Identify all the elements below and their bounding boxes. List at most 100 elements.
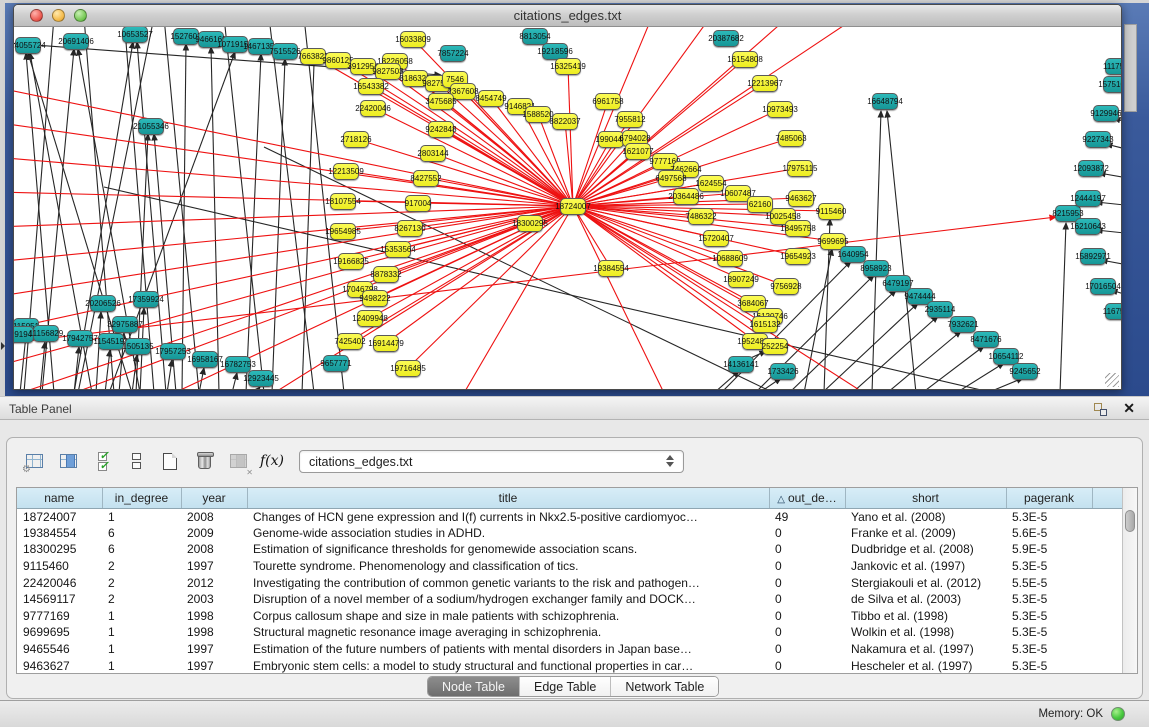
column-header-in_degree[interactable]: in_degree	[102, 488, 181, 508]
network-node[interactable]: 16325419	[555, 58, 581, 75]
network-node[interactable]: 18495758	[785, 220, 811, 237]
network-node[interactable]: 8822037	[552, 113, 578, 130]
network-node[interactable]: 16154808	[732, 51, 758, 68]
network-node[interactable]: 10719155	[222, 36, 248, 53]
network-node[interactable]: 8958923	[863, 260, 889, 277]
network-node[interactable]: 18724007	[560, 198, 586, 215]
tab-node-table[interactable]: Node Table	[428, 677, 520, 696]
network-node[interactable]: 32975887	[112, 316, 138, 333]
network-node[interactable]: 7515526	[272, 43, 298, 60]
column-header-year[interactable]: year	[181, 488, 247, 508]
network-node[interactable]: 1588520	[525, 106, 551, 123]
network-node[interactable]: 20364486	[673, 188, 699, 205]
table-select-dropdown[interactable]: citations_edges.txt	[299, 450, 684, 473]
table-row[interactable]: 946362711997Embryonic stem cells: a mode…	[17, 657, 1123, 674]
network-canvas[interactable]: 2405572420691406106535271527602946616010…	[14, 27, 1121, 389]
network-node[interactable]: 7955812	[617, 111, 643, 128]
network-node[interactable]: 19166825	[338, 253, 364, 270]
network-node[interactable]: 2718126	[343, 131, 369, 148]
network-node[interactable]: 19654923	[785, 248, 811, 265]
network-node[interactable]: 2803144	[420, 145, 446, 162]
network-node[interactable]: 1527602	[173, 28, 199, 45]
network-node[interactable]: 3912954	[350, 58, 376, 75]
network-node[interactable]: 9756928	[773, 278, 799, 295]
network-node[interactable]: 1640954	[840, 246, 866, 263]
network-node[interactable]: 15751074	[1103, 76, 1121, 93]
network-node[interactable]: 9657771	[323, 355, 349, 372]
network-node[interactable]: 7932621	[950, 316, 976, 333]
network-node[interactable]: 11545194	[98, 333, 124, 350]
network-node[interactable]: 9860125	[325, 52, 351, 69]
network-node[interactable]: 17957253	[160, 343, 186, 360]
table-row[interactable]: 946554611997Estimation of the future num…	[17, 641, 1123, 658]
network-node[interactable]: 9463627	[788, 190, 814, 207]
network-node[interactable]: 1621077	[625, 143, 651, 160]
create-column-button[interactable]	[157, 448, 183, 474]
network-node[interactable]: 917004	[405, 195, 431, 212]
network-node[interactable]: 17942757	[67, 330, 93, 347]
network-node[interactable]: 10973493	[767, 101, 793, 118]
network-node[interactable]: 9498222	[362, 290, 388, 307]
network-node[interactable]: 15892971	[1080, 248, 1106, 265]
network-node[interactable]: 8454749	[478, 90, 504, 107]
network-node[interactable]: 19384554	[598, 260, 624, 277]
network-node[interactable]: 9129946	[1093, 105, 1119, 122]
network-node[interactable]: 9466160	[198, 31, 224, 48]
network-node[interactable]: 39194	[14, 326, 34, 343]
table-row[interactable]: 2242004622012Investigating the contribut…	[17, 574, 1123, 591]
network-node[interactable]: 1505135	[125, 338, 151, 355]
delete-table-button[interactable]: ✕	[225, 448, 251, 474]
table-row[interactable]: 1830029562008Estimation of significance …	[17, 541, 1123, 558]
network-node[interactable]: 7425402	[337, 333, 363, 350]
table-row[interactable]: 977716911998Corpus callosum shape and si…	[17, 608, 1123, 625]
network-node[interactable]: 16543382	[358, 78, 384, 95]
window-resize-grip[interactable]	[1105, 373, 1119, 387]
network-node[interactable]: 15720407	[703, 230, 729, 247]
network-node[interactable]: 12444197	[1075, 190, 1101, 207]
row-height-button[interactable]	[123, 448, 149, 474]
network-node[interactable]: 9115460	[818, 203, 844, 220]
column-header-short[interactable]: short	[845, 488, 1006, 508]
network-node[interactable]: 8471676	[973, 331, 999, 348]
panel-collapse-arrow-icon[interactable]	[1, 342, 5, 350]
network-node[interactable]: 6497568	[658, 170, 684, 187]
network-node[interactable]: 7486322	[688, 208, 714, 225]
table-row[interactable]: 911546021997Tourette syndrome. Phenomeno…	[17, 558, 1123, 575]
network-node[interactable]: 12409948	[357, 310, 383, 327]
network-node[interactable]: 16648794	[872, 93, 898, 110]
network-node[interactable]: 8427552	[413, 170, 439, 187]
network-node[interactable]: 17359924	[133, 291, 159, 308]
network-node[interactable]: 1615132	[752, 316, 778, 333]
network-node[interactable]: 16033809	[400, 31, 426, 48]
tab-edge-table[interactable]: Edge Table	[520, 677, 611, 696]
network-node[interactable]: 1167533	[1105, 303, 1121, 320]
show-columns-button[interactable]	[55, 448, 81, 474]
network-node[interactable]: 14671358	[248, 38, 274, 55]
network-node[interactable]: 3475685	[428, 93, 454, 110]
network-node[interactable]: 8878332	[373, 266, 399, 283]
close-panel-icon[interactable]: ✕	[1123, 400, 1135, 417]
network-node[interactable]: 7663822	[300, 48, 326, 65]
network-node[interactable]: 12923445	[248, 370, 274, 387]
network-node[interactable]: 18907249	[728, 271, 754, 288]
network-node[interactable]: 17975115	[787, 160, 813, 177]
network-node[interactable]: 1624554	[698, 175, 724, 192]
network-node[interactable]: 1117510	[1105, 58, 1121, 75]
network-node[interactable]: 21055346	[138, 118, 164, 135]
network-node[interactable]: 9227343	[1085, 131, 1111, 148]
tab-network-table[interactable]: Network Table	[611, 677, 718, 696]
network-node[interactable]: 24055724	[15, 37, 41, 54]
network-node[interactable]: 16782753	[225, 356, 251, 373]
column-header-title[interactable]: title	[247, 488, 769, 508]
network-node[interactable]: 10688609	[717, 250, 743, 267]
network-node[interactable]: 7857224	[440, 45, 466, 62]
network-node[interactable]: 11156829	[33, 325, 59, 342]
network-node[interactable]: 14136141	[728, 356, 754, 373]
network-node[interactable]: 8267130	[397, 220, 423, 237]
network-node[interactable]: 15353564	[385, 241, 411, 258]
table-scrollbar[interactable]	[1122, 488, 1137, 673]
network-node[interactable]: 19716485	[395, 360, 421, 377]
float-panel-icon[interactable]	[1094, 403, 1107, 416]
network-node[interactable]: 12213509	[333, 163, 359, 180]
network-node[interactable]: 20387682	[713, 30, 739, 47]
